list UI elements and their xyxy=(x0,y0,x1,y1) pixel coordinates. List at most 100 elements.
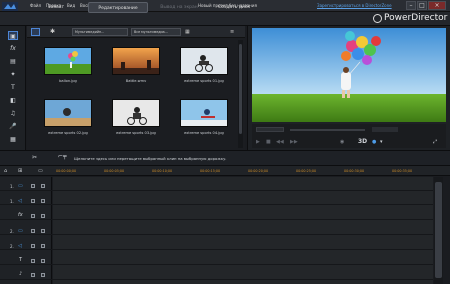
media-label: ballon.jpg xyxy=(59,79,77,83)
settings-icon[interactable]: ● xyxy=(372,139,376,145)
chapter-room-icon[interactable]: ▦ xyxy=(8,135,18,144)
media-label: extreme sports 03.jpg xyxy=(116,131,156,135)
close-button[interactable]: × xyxy=(428,1,446,10)
minimize-button[interactable]: – xyxy=(406,1,416,10)
track-enable-checkbox[interactable] xyxy=(31,184,35,188)
track-row-fx xyxy=(0,206,433,220)
track-row-voice xyxy=(0,266,433,280)
fullscreen-icon[interactable]: ⤢ xyxy=(433,139,437,145)
undock-icon[interactable]: ▾ xyxy=(380,139,383,145)
track-lock-checkbox[interactable] xyxy=(41,184,45,188)
track-lock-checkbox[interactable] xyxy=(41,259,45,263)
extreme-sports-04-image xyxy=(181,100,227,126)
ruler-tick: 00:00:30;00 xyxy=(344,169,365,173)
media-thumb-extreme-02[interactable] xyxy=(44,99,92,127)
prev-frame-button[interactable]: ◀◀ xyxy=(276,139,284,145)
track-row-video-2 xyxy=(0,221,433,235)
timeline-hint: Щелкните здесь или перетащите выбранный … xyxy=(74,156,227,161)
audio-mixing-icon[interactable]: ♫ xyxy=(8,109,18,118)
3d-mode-button[interactable]: 3D xyxy=(358,138,367,145)
extreme-sports-02-image xyxy=(45,100,91,126)
ruler-tick: 00:00:10;00 xyxy=(152,169,173,173)
preview-balloon-image xyxy=(252,28,446,122)
timeline-scrollbar-thumb[interactable] xyxy=(435,182,442,278)
media-label: extreme sports 04.jpg xyxy=(184,131,224,135)
mode-bar xyxy=(0,12,450,26)
track-row-audio-1 xyxy=(0,191,433,205)
storyboard-view-icon[interactable]: ⌐╤ xyxy=(58,153,67,160)
track-enable-checkbox[interactable] xyxy=(31,229,35,233)
track-enable-checkbox[interactable] xyxy=(31,273,35,277)
ruler-tick: 00:00:25;00 xyxy=(296,169,317,173)
clip-movie-toggle[interactable] xyxy=(256,127,284,132)
balloon-image xyxy=(45,48,91,74)
extreme-sports-03-image xyxy=(113,100,159,126)
signin-link[interactable]: Зарегистрироваться в DirectorZone xyxy=(317,3,392,8)
battle-video-image xyxy=(113,48,159,74)
zoom-icon[interactable]: ⊞ xyxy=(18,168,22,174)
track-lock-checkbox[interactable] xyxy=(41,214,45,218)
track-enable-checkbox[interactable] xyxy=(31,214,35,218)
track-lock-checkbox[interactable] xyxy=(41,199,45,203)
track-number: 2. xyxy=(10,229,14,234)
tab-produce[interactable]: Вывод на экран xyxy=(150,2,208,13)
tab-create-disc[interactable]: Создать диск xyxy=(210,2,258,13)
preview-viewport xyxy=(252,28,446,122)
audio-icon: ◁ xyxy=(18,243,22,249)
track-enable-checkbox[interactable] xyxy=(31,244,35,248)
grid-view-icon[interactable]: ▦ xyxy=(185,28,195,36)
fx-room-icon[interactable]: fx xyxy=(8,44,18,53)
play-button[interactable]: ▶ xyxy=(256,139,260,145)
track-row-audio-2 xyxy=(0,236,433,250)
stop-button[interactable]: ■ xyxy=(266,139,271,145)
voice-icon: ♪ xyxy=(19,271,23,277)
media-type-dropdown-value: Мультимедийн... xyxy=(75,30,105,34)
particle-room-icon[interactable]: ✦ xyxy=(8,70,18,79)
import-media-icon[interactable] xyxy=(31,28,40,36)
add-track-icon[interactable]: ▭ xyxy=(38,168,43,174)
snap-icon[interactable]: ⌂ xyxy=(4,168,7,174)
media-room-icon[interactable]: ▣ xyxy=(8,31,18,40)
media-thumb-extreme-04[interactable] xyxy=(180,99,228,127)
voice-over-icon[interactable]: 🎤 xyxy=(8,122,18,131)
media-label: extreme sports 01.jpg xyxy=(184,79,224,83)
media-thumb-balloon[interactable] xyxy=(44,47,92,75)
track-lock-checkbox[interactable] xyxy=(41,229,45,233)
track-lock-checkbox[interactable] xyxy=(41,244,45,248)
ruler-tick: 00:00:05;00 xyxy=(104,169,125,173)
transition-room-icon[interactable]: ◧ xyxy=(8,96,18,105)
app-name: PowerDirector xyxy=(384,13,448,23)
pip-room-icon[interactable]: ▤ xyxy=(8,57,18,66)
media-thumb-battle[interactable] xyxy=(112,47,160,75)
library-menu-icon[interactable]: ≡ xyxy=(230,28,238,36)
media-filter-dropdown-value: Все мультимедиа... xyxy=(134,30,168,34)
title-icon: T xyxy=(19,257,23,263)
media-label: Battle.wmv xyxy=(125,79,147,83)
tab-capture[interactable]: Захват xyxy=(32,2,80,13)
plugin-icon[interactable]: ✱ xyxy=(50,28,59,36)
video-icon: ▭ xyxy=(18,228,23,234)
tab-edit[interactable]: Редактирование xyxy=(88,2,148,13)
next-frame-button[interactable]: ▶▶ xyxy=(290,139,298,145)
track-lock-checkbox[interactable] xyxy=(41,273,45,277)
ruler-tick: 00:00:20;00 xyxy=(248,169,269,173)
timecode-display xyxy=(372,127,398,132)
media-type-dropdown[interactable]: Мультимедийн... xyxy=(72,28,128,36)
track-row-video-1 xyxy=(0,177,433,191)
media-filter-dropdown[interactable]: Все мультимедиа... xyxy=(131,28,181,36)
track-enable-checkbox[interactable] xyxy=(31,259,35,263)
maximize-button[interactable]: □ xyxy=(417,1,427,10)
media-label: extreme sports 02.jpg xyxy=(48,131,88,135)
library-scrollbar-thumb[interactable] xyxy=(239,44,242,134)
media-thumb-extreme-01[interactable] xyxy=(180,47,228,75)
media-thumb-extreme-03[interactable] xyxy=(112,99,160,127)
magic-tools-icon[interactable]: ✂ xyxy=(32,154,37,161)
title-room-icon[interactable]: T xyxy=(8,83,18,92)
track-number: 2. xyxy=(10,244,14,249)
preview-scrubber[interactable] xyxy=(290,129,365,131)
extreme-sports-01-image xyxy=(181,48,227,74)
ruler-tick: 00:00:00;00 xyxy=(56,169,77,173)
track-number: 1. xyxy=(10,184,14,189)
track-enable-checkbox[interactable] xyxy=(31,199,35,203)
snapshot-icon[interactable]: ◉ xyxy=(340,139,344,145)
